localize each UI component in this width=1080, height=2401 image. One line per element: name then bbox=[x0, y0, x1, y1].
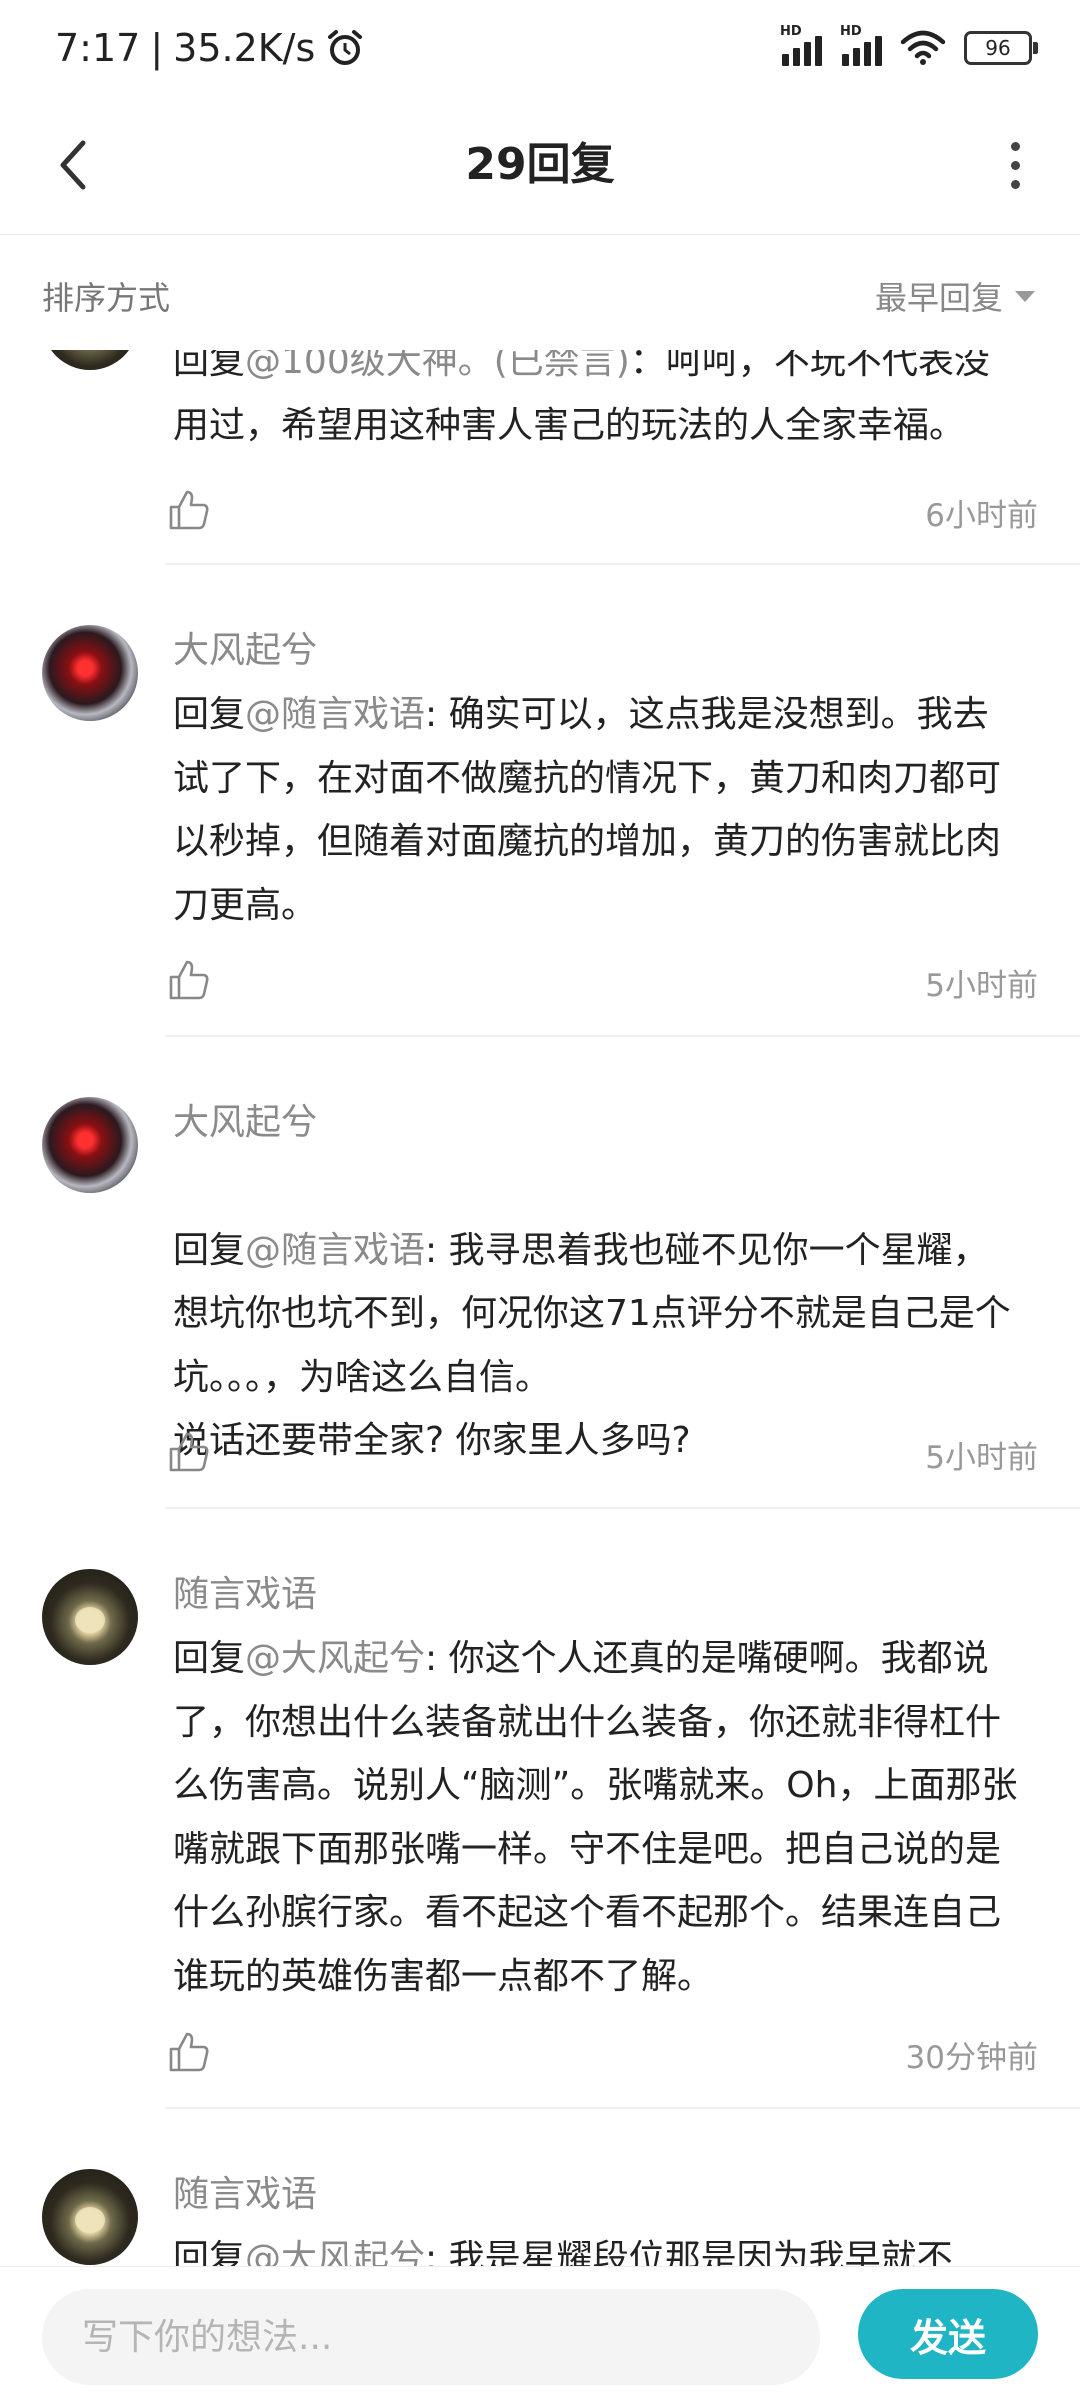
list-item: 随言戏语 回复@大风起兮: 我是星耀段位那是因为我早就不 bbox=[0, 2109, 1080, 2266]
avatar[interactable] bbox=[42, 1569, 138, 1665]
triangle-down-icon bbox=[1015, 290, 1035, 302]
mention-link[interactable]: @100级大神。(已禁言) bbox=[245, 350, 630, 382]
comment-text: 回复@100级大神。(已禁言)：呵呵，不玩不代表没用过，希望用这种害人害己的玩法… bbox=[173, 350, 1023, 457]
list-item: 大风起兮 回复@随言戏语: 我寻思着我也碰不见你一个星耀，想坑你也坑不到，何况你… bbox=[0, 1037, 1080, 1509]
mention-link[interactable]: @大风起兮 bbox=[245, 1638, 425, 1679]
thumb-up-icon[interactable] bbox=[167, 2030, 211, 2074]
reply-prefix: 回复 bbox=[173, 694, 246, 735]
comment-body: : 我是星耀段位那是因为我早就不 bbox=[425, 2238, 953, 2266]
mention-link[interactable]: @随言戏语 bbox=[245, 694, 425, 735]
mention-link[interactable]: @随言戏语 bbox=[245, 1230, 425, 1271]
status-net-speed: 35.2K/s bbox=[173, 26, 316, 70]
signal-hd-label: HD bbox=[840, 24, 862, 39]
avatar[interactable] bbox=[42, 2169, 138, 2265]
comment-text: 回复@随言戏语: 确实可以，这点我是没想到。我去试了下，在对面不做魔抗的情况下，… bbox=[173, 683, 1023, 937]
reply-input-bar: 发送 bbox=[0, 2266, 1080, 2401]
signal-icon: HD bbox=[840, 24, 882, 66]
reply-prefix: 回复 bbox=[173, 1638, 246, 1679]
more-vertical-icon bbox=[1010, 141, 1020, 151]
signal-hd-label: HD bbox=[780, 24, 802, 39]
comment-time: 30分钟前 bbox=[905, 2040, 1038, 2076]
page-title: 29回复 bbox=[465, 139, 615, 190]
sort-dropdown[interactable]: 最早回复 bbox=[875, 273, 1035, 319]
avatar[interactable] bbox=[42, 625, 138, 721]
list-item: 回复@100级大神。(已禁言)：呵呵，不玩不代表没用过，希望用这种害人害己的玩法… bbox=[0, 350, 1080, 565]
wifi-icon bbox=[900, 30, 946, 65]
comment-time: 6小时前 bbox=[925, 498, 1038, 534]
thumb-up-icon[interactable] bbox=[167, 488, 211, 532]
top-app-bar: 29回复 bbox=[0, 100, 1080, 235]
comment-text: 回复@大风起兮: 我是星耀段位那是因为我早就不 bbox=[173, 2227, 1023, 2266]
comment-text: 回复@大风起兮: 你这个人还真的是嘴硬啊。我都说了，你想出什么装备就出什么装备，… bbox=[173, 1627, 1023, 2008]
thumb-up-icon[interactable] bbox=[167, 958, 211, 1002]
list-item: 大风起兮 回复@随言戏语: 确实可以，这点我是没想到。我去试了下，在对面不做魔抗… bbox=[0, 565, 1080, 1037]
status-time: 7:17 bbox=[55, 26, 141, 70]
comment-author[interactable]: 随言戏语 bbox=[173, 2165, 317, 2217]
alarm-clock-icon bbox=[328, 30, 363, 65]
status-left: 7:17 | 35.2K/s bbox=[55, 26, 365, 70]
sort-bar: 排序方式 最早回复 bbox=[0, 235, 1080, 350]
comment-body: : 你这个人还真的是嘴硬啊。我都说了，你想出什么装备就出什么装备，你还就非得杠什… bbox=[173, 1638, 1018, 1997]
reply-prefix: 回复 bbox=[173, 350, 246, 382]
sort-label: 排序方式 bbox=[42, 279, 171, 317]
comment-author[interactable]: 随言戏语 bbox=[173, 1565, 317, 1617]
battery-icon: 96 bbox=[964, 31, 1038, 65]
reply-input[interactable] bbox=[42, 2289, 820, 2385]
avatar[interactable] bbox=[42, 350, 138, 370]
avatar[interactable] bbox=[42, 1097, 138, 1193]
comment-time: 5小时前 bbox=[925, 968, 1038, 1004]
send-button[interactable]: 发送 bbox=[858, 2289, 1038, 2379]
mention-link[interactable]: @大风起兮 bbox=[245, 2238, 425, 2266]
status-right: HD HD 96 bbox=[780, 24, 1038, 66]
status-bar: 7:17 | 35.2K/s HD HD 96 bbox=[0, 0, 1080, 100]
reply-prefix: 回复 bbox=[173, 2238, 246, 2266]
comment-author[interactable]: 大风起兮 bbox=[173, 621, 317, 673]
reply-list[interactable]: 回复@100级大神。(已禁言)：呵呵，不玩不代表没用过，希望用这种害人害己的玩法… bbox=[0, 350, 1080, 2266]
comment-author[interactable]: 大风起兮 bbox=[173, 1093, 317, 1145]
comment-time: 5小时前 bbox=[925, 1440, 1038, 1476]
more-button[interactable] bbox=[990, 130, 1040, 200]
list-item: 随言戏语 回复@大风起兮: 你这个人还真的是嘴硬啊。我都说了，你想出什么装备就出… bbox=[0, 1509, 1080, 2109]
reply-prefix: 回复 bbox=[173, 1229, 246, 1271]
comment-text: 回复@随言戏语: 我寻思着我也碰不见你一个星耀，想坑你也坑不到，何况你这71点评… bbox=[173, 1155, 1023, 1473]
battery-level: 96 bbox=[985, 36, 1011, 60]
sort-value: 最早回复 bbox=[874, 279, 1003, 317]
status-sep: | bbox=[150, 26, 164, 70]
thumb-up-icon[interactable] bbox=[167, 1430, 211, 1474]
signal-icon: HD bbox=[780, 24, 822, 66]
